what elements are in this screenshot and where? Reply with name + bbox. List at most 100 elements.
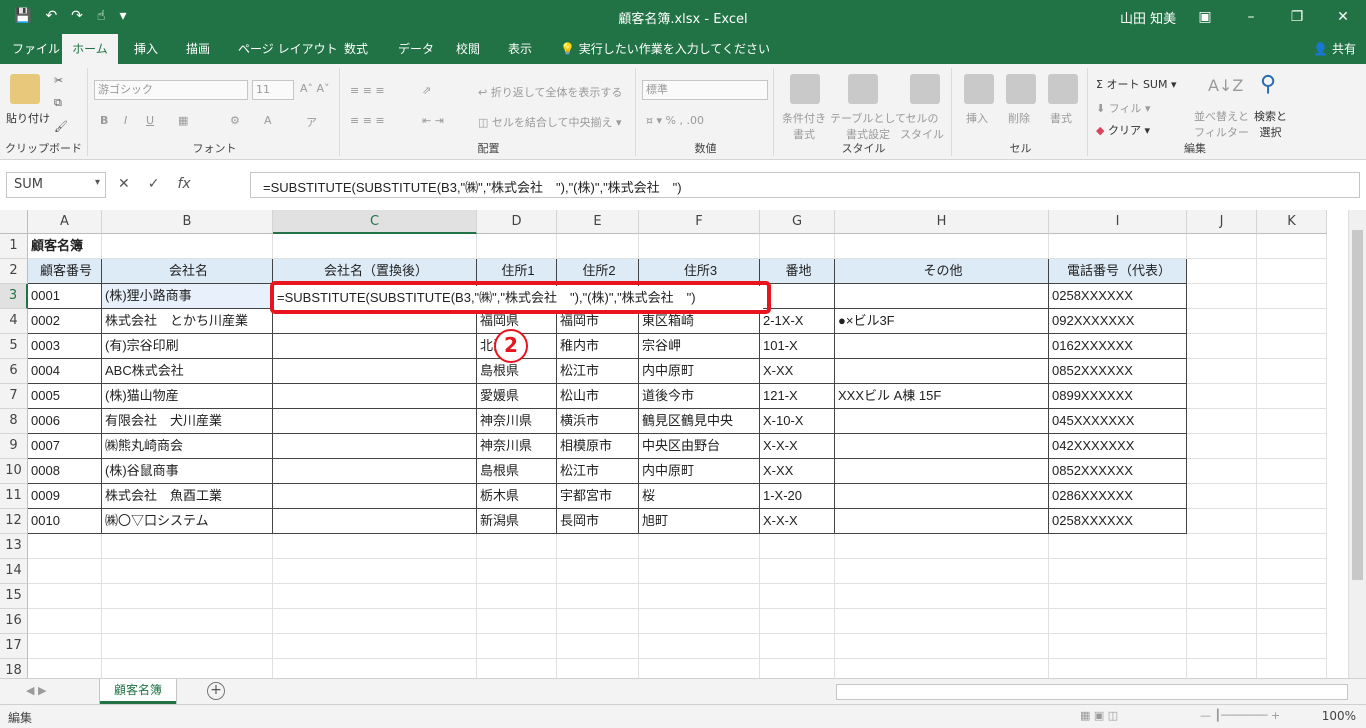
row-header-3[interactable]: 3 <box>0 284 28 309</box>
cell[interactable] <box>760 634 835 659</box>
data-cell[interactable]: 鶴見区鶴見中央 <box>639 409 760 434</box>
tab-page-layout[interactable]: ページ レイアウト <box>228 34 348 64</box>
view-icons[interactable]: ▦ ▣ ◫ <box>1080 709 1118 722</box>
cell[interactable] <box>477 534 557 559</box>
cell[interactable] <box>102 609 273 634</box>
data-cell[interactable] <box>273 409 477 434</box>
column-header-k[interactable]: K <box>1257 210 1327 234</box>
column-header-e[interactable]: E <box>557 210 639 234</box>
cell[interactable] <box>1187 609 1257 634</box>
cell[interactable] <box>477 634 557 659</box>
tab-insert[interactable]: 挿入 <box>124 34 168 64</box>
column-header-h[interactable]: H <box>835 210 1049 234</box>
row-header-18[interactable]: 18 <box>0 659 28 678</box>
font-size-input[interactable]: 11 <box>252 80 294 100</box>
row-header-17[interactable]: 17 <box>0 634 28 659</box>
cell[interactable] <box>1187 459 1257 484</box>
cell[interactable] <box>1257 334 1327 359</box>
cell[interactable] <box>28 534 102 559</box>
header-cell[interactable]: 顧客番号 <box>28 259 102 284</box>
cell[interactable] <box>1257 434 1327 459</box>
cell[interactable] <box>557 609 639 634</box>
cell[interactable] <box>557 634 639 659</box>
row-header-11[interactable]: 11 <box>0 484 28 509</box>
number-format-icons[interactable]: ¤ ▾ % , .00 <box>646 114 704 127</box>
cell[interactable] <box>28 659 102 678</box>
data-cell[interactable]: 道後今市 <box>639 384 760 409</box>
cell[interactable] <box>28 584 102 609</box>
cell[interactable] <box>639 659 760 678</box>
select-all-corner[interactable] <box>0 210 28 234</box>
data-cell[interactable]: 0258XXXXXX <box>1049 284 1187 309</box>
indent-icons[interactable]: ⇤ ⇥ <box>422 114 444 127</box>
data-cell[interactable]: 0006 <box>28 409 102 434</box>
zoom-level[interactable]: 100% <box>1322 709 1356 723</box>
cell[interactable] <box>1257 659 1327 678</box>
data-cell[interactable] <box>835 409 1049 434</box>
cell[interactable] <box>102 234 273 259</box>
data-cell[interactable] <box>273 434 477 459</box>
cell[interactable] <box>557 659 639 678</box>
column-header-g[interactable]: G <box>760 210 835 234</box>
cell[interactable] <box>835 634 1049 659</box>
column-header-i[interactable]: I <box>1049 210 1187 234</box>
cell[interactable] <box>1049 559 1187 584</box>
row-header-16[interactable]: 16 <box>0 609 28 634</box>
cell[interactable] <box>273 534 477 559</box>
zoom-slider[interactable]: — ┃─────── + <box>1200 709 1280 722</box>
format-cells-icon[interactable] <box>1048 74 1078 104</box>
column-header-c[interactable]: C <box>273 210 477 234</box>
row-header-2[interactable]: 2 <box>0 259 28 284</box>
cell[interactable] <box>273 659 477 678</box>
data-cell[interactable]: XXXビル A棟 15F <box>835 384 1049 409</box>
delete-cells-icon[interactable] <box>1006 74 1036 104</box>
cell[interactable] <box>273 559 477 584</box>
worksheet-grid[interactable]: ABCDEFGHIJK 1 2 3 4 5 6 7 8 9 10 11 12 13 14 15 16 17 18 … <box>0 210 1348 678</box>
cell[interactable] <box>1187 634 1257 659</box>
row-header-4[interactable]: 4 <box>0 309 28 334</box>
data-cell[interactable] <box>835 509 1049 534</box>
data-cell[interactable] <box>273 459 477 484</box>
data-cell[interactable]: 0899XXXXXX <box>1049 384 1187 409</box>
chevron-down-icon[interactable]: ▾ <box>95 177 100 188</box>
find-select-icon[interactable]: ⚲ <box>1260 72 1276 97</box>
cell[interactable] <box>1257 234 1327 259</box>
tab-view[interactable]: 表示 <box>498 34 542 64</box>
cell[interactable] <box>1187 284 1257 309</box>
cell[interactable] <box>1187 509 1257 534</box>
cell[interactable] <box>1187 409 1257 434</box>
data-cell[interactable] <box>835 284 1049 309</box>
data-cell[interactable] <box>760 284 835 309</box>
data-cell[interactable] <box>835 459 1049 484</box>
data-cell[interactable] <box>273 384 477 409</box>
header-cell[interactable]: 会社名 <box>102 259 273 284</box>
restore-icon[interactable]: ❐ <box>1274 0 1320 34</box>
number-format-select[interactable]: 標準 <box>642 80 768 100</box>
data-cell[interactable]: (株)谷鼠商事 <box>102 459 273 484</box>
data-cell[interactable]: X-XX <box>760 359 835 384</box>
cell[interactable] <box>477 559 557 584</box>
data-cell[interactable]: 0005 <box>28 384 102 409</box>
data-cell[interactable]: 桜 <box>639 484 760 509</box>
cell[interactable] <box>835 659 1049 678</box>
cell[interactable] <box>102 534 273 559</box>
data-cell[interactable]: 0852XXXXXX <box>1049 459 1187 484</box>
column-header-d[interactable]: D <box>477 210 557 234</box>
cell-styles-icon[interactable] <box>910 74 940 104</box>
cell[interactable] <box>760 659 835 678</box>
cut-icon[interactable]: ✂ <box>54 74 63 87</box>
share-button[interactable]: 👤 共有 <box>1313 34 1356 64</box>
data-cell[interactable]: 0007 <box>28 434 102 459</box>
formula-input[interactable]: =SUBSTITUTE(SUBSTITUTE(B3,"㈱","株式会社 "),"… <box>250 172 1360 198</box>
cell[interactable] <box>639 559 760 584</box>
cell[interactable] <box>102 584 273 609</box>
cell[interactable] <box>557 234 639 259</box>
data-cell[interactable]: 神奈川県 <box>477 409 557 434</box>
cell[interactable] <box>1187 534 1257 559</box>
data-cell[interactable]: X-10-X <box>760 409 835 434</box>
cell[interactable] <box>273 234 477 259</box>
cell[interactable] <box>1187 334 1257 359</box>
insert-cells-icon[interactable] <box>964 74 994 104</box>
cell[interactable] <box>1257 534 1327 559</box>
row-header-12[interactable]: 12 <box>0 509 28 534</box>
